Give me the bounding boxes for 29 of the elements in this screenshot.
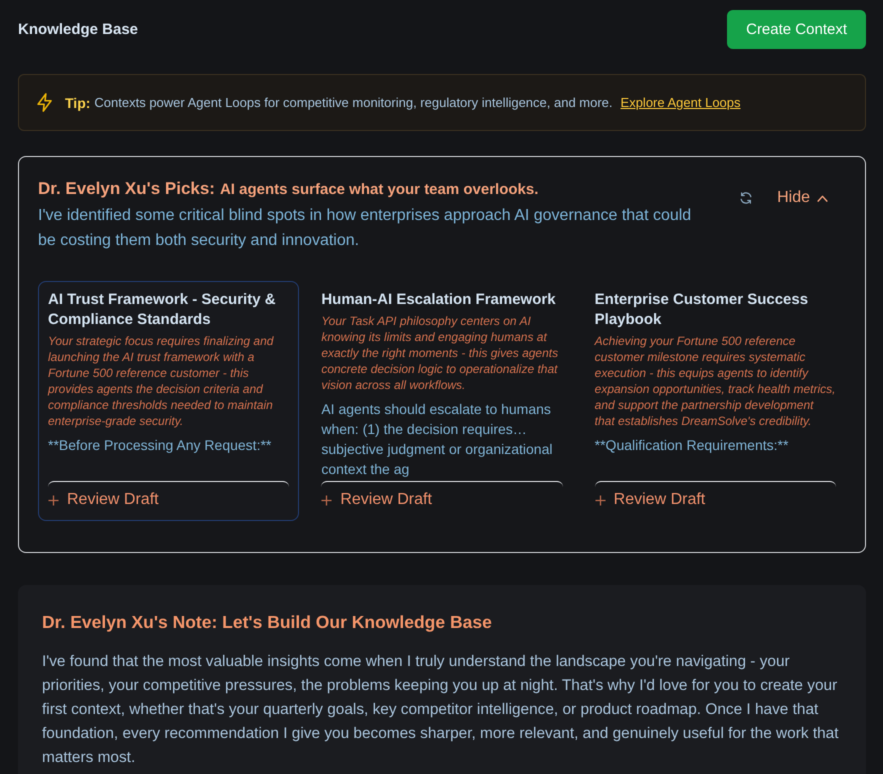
hide-button[interactable]: Hide [773,187,832,209]
card-rationale: Your strategic focus requires finalizing and launching the AI trust framework with a Fortune 500 reference customer - this provides agents the decision criteria and compliance thresholds needed to maintain enterprise-grade security. [48,333,275,429]
card-excerpt: **Before Processing Any Request:** [48,436,272,455]
card-title: AI Trust Framework - Security & Compliance Standards [48,290,277,330]
lightning-icon [37,93,53,112]
card-rationale: Your Task API philosophy centers on AI knowing its limits and engaging humans at exactly the right moments - this gives agents concrete decision logic to operationalize that vision across all workflows. [321,313,560,393]
tip-label: Tip: [65,94,90,110]
picks-description: I've identified some critical blind spots in how enterprises approach AI governance that could be costing them both security and innovation. [38,206,692,251]
card-excerpt: **Qualification Requirements:** [594,436,790,455]
card-title: Human-AI Escalation Framework [321,290,557,310]
explore-agent-loops-link[interactable]: Explore Agent Loops [620,95,741,110]
note-title: Dr. Evelyn Xu's Note: Let's Build Our Knowledge Base [42,611,493,633]
review-draft-button[interactable]: Review Draft [48,488,159,512]
plus-icon [594,494,606,506]
note-body: I've found that the most valuable insights come when I truly understand the landscape you're navigating - your priorities, your competitive pressures, the problems keeping you up at night. That's why I'd love for you to create your first context, whether that's your quarterly goals, key competitor intelligence, or product roadmap. Once I have that foundation, every recommendation I give you becomes sharper, more relevant, and genuinely useful for the work that matters most. [42,652,840,768]
picks-title: Dr. Evelyn Xu's Picks: [38,178,215,200]
chevron-icon [817,194,828,202]
card-rationale: Achieving your Fortune 500 reference customer milestone requires systematic execution - this equips agents to identify expansion opportunities, track health metrics, and support the partnership development that establishes DreamSolve's credibility. [594,333,836,429]
review-draft-button[interactable]: Review Draft [321,488,432,512]
page-title: Knowledge Base [18,21,138,38]
refresh-icon [739,191,754,205]
plus-icon [48,494,59,506]
card-excerpt: AI agents should escalate to humans when: (1) the decision requires… subjective judgment or organizational context the ag [321,400,554,479]
picks-subtitle: AI agents surface what your team overlooks. [220,180,538,200]
review-draft-button[interactable]: Review Draft [594,488,706,512]
tip-text: Contexts power Agent Loops for competitive monitoring, regulatory intelligence, and more. [94,95,613,110]
card-title: Enterprise Customer Success Playbook [594,290,810,330]
pick-card[interactable] [38,281,300,521]
plus-icon [321,494,332,506]
